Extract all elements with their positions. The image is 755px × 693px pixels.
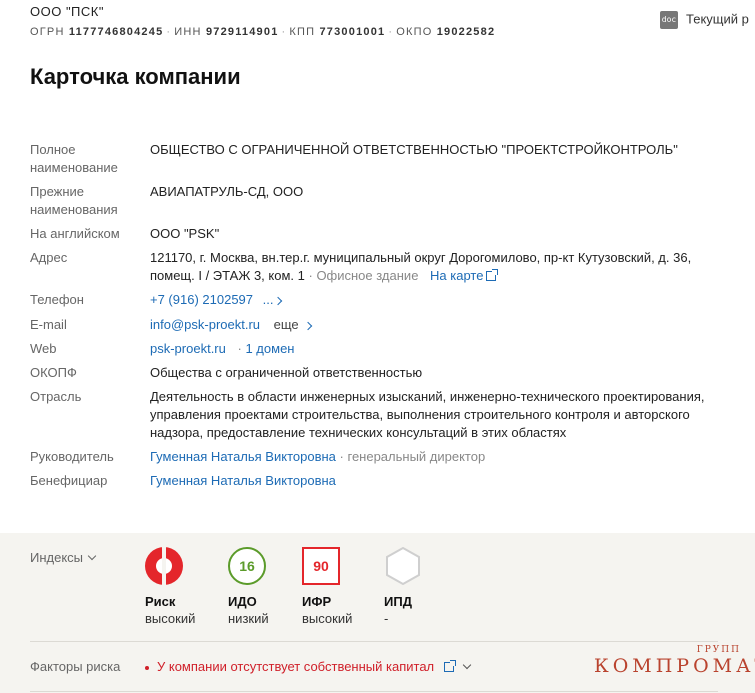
ifr-index-name: ИФР xyxy=(302,594,332,609)
full-name-value: ОБЩЕСТВО С ОГРАНИЧЕННОЙ ОТВЕТСТВЕННОСТЬЮ… xyxy=(150,142,678,157)
director-label: Руководитель xyxy=(30,449,114,464)
indices-panel: Индексы Риск высокий 16 ИДО низкий 90 ИФ… xyxy=(0,533,755,693)
ogrn-value: 1177746804245 xyxy=(68,26,164,38)
divider xyxy=(30,641,718,642)
bullet-icon xyxy=(145,665,149,670)
watermark-small: ГРУПП xyxy=(696,645,741,655)
address-row: Адрес 121170, г. Москва, вн.тер.г. муниц… xyxy=(30,249,750,285)
phone-link[interactable]: +7 (916) 2102597 xyxy=(150,292,253,307)
okopf-label: ОКОПФ xyxy=(30,365,77,380)
company-short-name: ООО "ПСК" xyxy=(30,4,104,19)
chevron-down-icon[interactable] xyxy=(462,660,472,670)
director-role: · генеральный директор xyxy=(339,449,486,464)
watermark-logo: ГРУПП КОМПРОМАТ xyxy=(594,645,755,685)
former-names-value: АВИАПАТРУЛЬ-СД, ООО xyxy=(150,184,304,199)
industry-row: Отрасль Деятельность в области инженерны… xyxy=(30,388,750,442)
current-extract-label: Текущий р xyxy=(686,11,749,27)
ipd-index-level: - xyxy=(384,611,389,626)
address-type: · Офисное здание xyxy=(308,268,419,283)
inn-value: 9729114901 xyxy=(205,26,279,38)
inn-label: ИНН xyxy=(174,26,202,38)
doc-file-icon: doc xyxy=(660,11,678,29)
watermark-main: КОМПРОМАТ xyxy=(594,655,755,677)
address-text: 121170, г. Москва, вн.тер.г. муниципальн… xyxy=(150,250,692,283)
external-link-icon xyxy=(486,269,499,281)
risk-factor-item[interactable]: У компании отсутствует собственный капит… xyxy=(145,659,472,674)
web-label: Web xyxy=(30,341,57,356)
separator: · xyxy=(388,26,394,38)
divider xyxy=(30,691,718,692)
beneficiary-label: Бенефициар xyxy=(30,473,108,488)
industry-value: Деятельность в области инженерных изыска… xyxy=(150,389,705,440)
indices-toggle[interactable]: Индексы xyxy=(30,550,97,565)
english-name-label: На английском xyxy=(30,226,120,241)
ido-index-level: низкий xyxy=(228,611,269,626)
risk-index[interactable]: Риск высокий xyxy=(145,547,225,626)
english-name-value: ООО "PSK" xyxy=(150,226,220,241)
director-value: Гуменная Наталья Викторовна · генеральны… xyxy=(150,448,735,466)
beneficiary-value: Гуменная Наталья Викторовна xyxy=(150,472,735,490)
ifr-square-icon: 90 xyxy=(302,547,340,585)
full-name-row: Полное наименование ОБЩЕСТВО С ОГРАНИЧЕН… xyxy=(30,141,750,177)
kpp-label: КПП xyxy=(289,26,316,38)
okpo-label: ОКПО xyxy=(396,26,433,38)
ido-circle-icon: 16 xyxy=(228,547,266,585)
address-value: 121170, г. Москва, вн.тер.г. муниципальн… xyxy=(150,249,735,285)
email-link[interactable]: info@psk-proekt.ru xyxy=(150,317,260,332)
email-label: E-mail xyxy=(30,317,67,332)
chevron-right-icon xyxy=(274,296,283,305)
former-names-row: Прежние наименования АВИАПАТРУЛЬ-СД, ООО xyxy=(30,183,750,219)
beneficiary-link[interactable]: Гуменная Наталья Викторовна xyxy=(150,473,336,488)
kpp-value: 773001001 xyxy=(319,26,386,38)
web-value: psk-proekt.ru · 1 домен xyxy=(150,341,295,356)
chevron-down-icon xyxy=(87,551,97,561)
okopf-value: Общества с ограниченной ответственностью xyxy=(150,365,423,380)
map-link[interactable]: На карте xyxy=(430,268,499,283)
full-name-label: Полное наименование xyxy=(30,142,118,175)
address-label: Адрес xyxy=(30,250,68,265)
ipd-hexagon-icon xyxy=(386,546,420,586)
website-link[interactable]: psk-proekt.ru xyxy=(150,341,226,356)
phone-label: Телефон xyxy=(30,292,84,307)
ipd-index-name: ИПД xyxy=(384,594,412,609)
chevron-right-icon xyxy=(303,321,312,330)
ifr-index[interactable]: 90 ИФР высокий xyxy=(302,547,382,626)
phone-value: +7 (916) 2102597 ... xyxy=(150,291,735,309)
ipd-index[interactable]: ИПД - xyxy=(384,546,464,626)
director-link[interactable]: Гуменная Наталья Викторовна xyxy=(150,449,336,464)
separator: · xyxy=(281,26,287,38)
ido-index-name: ИДО xyxy=(228,594,257,609)
current-extract-link[interactable]: doc Текущий р xyxy=(660,11,749,29)
risk-factors-label: Факторы риска xyxy=(30,659,121,674)
industry-label: Отрасль xyxy=(30,389,82,404)
external-link-icon[interactable] xyxy=(444,660,457,672)
ifr-index-level: высокий xyxy=(302,611,353,626)
ogrn-label: ОГРН xyxy=(30,26,65,38)
former-names-label: Прежние наименования xyxy=(30,184,118,217)
domains-link[interactable]: 1 домен xyxy=(245,341,294,356)
page-title: Карточка компании xyxy=(30,64,241,89)
ido-index[interactable]: 16 ИДО низкий xyxy=(228,547,308,626)
risk-index-name: Риск xyxy=(145,594,176,609)
company-header: ООО "ПСК" ОГРН 1177746804245 · ИНН 9729114… xyxy=(0,0,755,48)
risk-index-level: высокий xyxy=(145,611,196,626)
risk-ring-icon xyxy=(145,547,183,585)
risk-factor-text: У компании отсутствует собственный капит… xyxy=(157,659,435,674)
email-value: info@psk-proekt.ru еще xyxy=(150,316,735,334)
company-identifiers: ОГРН 1177746804245 · ИНН 9729114901 · КПП 77… xyxy=(30,26,495,38)
okpo-value: 19022582 xyxy=(436,26,496,38)
separator: · xyxy=(166,26,172,38)
email-more-button[interactable]: еще xyxy=(274,317,312,332)
phone-more-button[interactable]: ... xyxy=(263,292,283,307)
